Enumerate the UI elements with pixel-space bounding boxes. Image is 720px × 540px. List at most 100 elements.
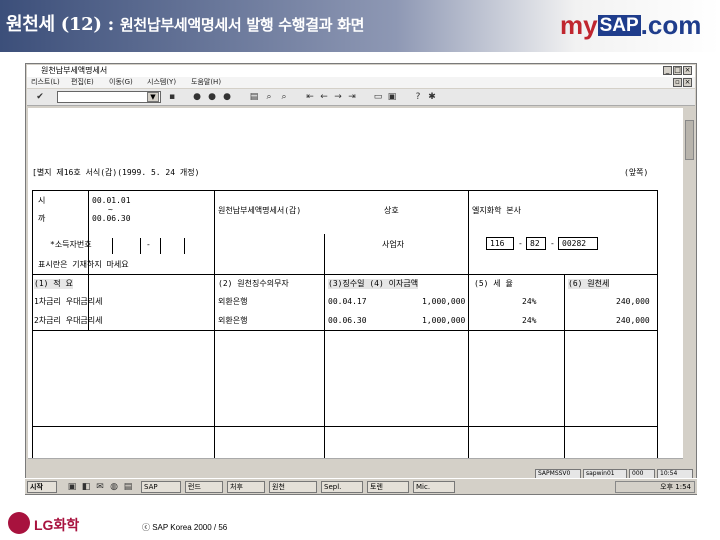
- slide-title-sub: 원천납부세액명세서 발행 수행결과 화면: [119, 16, 365, 34]
- task-7[interactable]: Mic.: [413, 481, 455, 493]
- menu-close-button[interactable]: ×: [683, 78, 692, 87]
- row-2-rate: 24%: [522, 316, 537, 325]
- find-icon[interactable]: ⌕: [264, 92, 274, 102]
- registration-dash: -: [146, 240, 151, 249]
- row-2-date: 00.06.30: [328, 316, 367, 325]
- enter-icon[interactable]: ✔: [35, 92, 45, 102]
- column-header-date-amount: (3)징수일 (4) 이자금액: [328, 279, 419, 289]
- previous-page-icon[interactable]: ←: [319, 92, 329, 102]
- row-1-payer: 외환은행: [218, 297, 248, 306]
- scrollbar-thumb[interactable]: [685, 120, 694, 160]
- start-button[interactable]: 시작: [27, 481, 57, 493]
- save-icon[interactable]: ▪: [167, 92, 177, 102]
- exit-icon[interactable]: ●: [207, 92, 217, 102]
- task-6[interactable]: 토렌: [367, 481, 409, 493]
- find-next-icon[interactable]: ⌕: [279, 92, 289, 102]
- row-2-payer: 외환은행: [218, 316, 248, 325]
- divider: [468, 190, 469, 458]
- reg-box-edge: [160, 238, 161, 254]
- report-heading-right: (앞쪽): [624, 168, 649, 177]
- menu-edit[interactable]: 편집(E): [71, 77, 94, 88]
- menu-help[interactable]: 도움말(H): [191, 77, 221, 88]
- task-2[interactable]: 런드: [185, 481, 223, 493]
- desktop-icon[interactable]: ▣: [67, 482, 77, 492]
- period-from-label: 시: [38, 196, 46, 205]
- business-no-part1: 116: [490, 239, 505, 248]
- slide-header: 원천세 (12) : 원천납부세액명세서 발행 수행결과 화면 my SAP.co…: [0, 0, 720, 52]
- layout-icon[interactable]: ✱: [427, 92, 437, 102]
- task-5[interactable]: Sepl.: [321, 481, 363, 493]
- task-4[interactable]: 원천: [269, 481, 317, 493]
- column-header-item: (1) 적 요: [34, 279, 73, 289]
- help-icon[interactable]: ?: [413, 92, 423, 102]
- mysap-logo: my SAP.com: [560, 10, 710, 40]
- divider: [32, 274, 658, 275]
- back-icon[interactable]: ●: [192, 92, 202, 102]
- row-2-amount: 1,000,000: [422, 316, 466, 325]
- last-page-icon[interactable]: ⇥: [347, 92, 357, 102]
- row-1-rate: 24%: [522, 297, 537, 306]
- slide: 원천세 (12) : 원천납부세액명세서 발행 수행결과 화면 my SAP.co…: [0, 0, 720, 540]
- column-header-tax: (6) 원천세: [568, 279, 610, 289]
- print-icon[interactable]: ▤: [249, 92, 259, 102]
- business-no-dash: -: [550, 239, 555, 248]
- row-1-item: 1차금리 우대금리세: [34, 297, 103, 306]
- folder-icon[interactable]: ▤: [123, 482, 133, 492]
- slide-title: 원천세 (12) : 원천납부세액명세서 발행 수행결과 화면: [6, 10, 364, 36]
- taskbar: 시작 ▣ ◧ ✉ ◍ ▤ SAP 런드 처후 원천 Sepl. 토렌 Mic. …: [25, 478, 697, 494]
- business-no-dash: -: [518, 239, 523, 248]
- tray-clock: 오후 1:54: [660, 483, 691, 491]
- email-icon[interactable]: ✉: [95, 482, 105, 492]
- lg-logo-mark: [8, 512, 30, 534]
- browser-icon[interactable]: ◍: [109, 482, 119, 492]
- column-header-rate: (5) 세 율: [474, 279, 513, 288]
- minimize-button[interactable]: _: [663, 66, 672, 75]
- corp-value: 엘지화학 본사: [472, 206, 521, 215]
- new-session-icon[interactable]: ▭: [373, 92, 383, 102]
- footer-copyright: ⓒ SAP Korea 2000 / 56: [142, 523, 228, 532]
- close-button[interactable]: ×: [683, 66, 692, 75]
- vertical-scrollbar[interactable]: [684, 108, 695, 458]
- document-title: 원천납부세액명세서(갑): [218, 206, 302, 215]
- command-dropdown-button[interactable]: ▼: [147, 92, 159, 102]
- mysap-logo-sap: SAP: [597, 15, 641, 36]
- divider: [324, 234, 325, 458]
- row-1-amount: 1,000,000: [422, 297, 466, 306]
- divider: [564, 274, 565, 458]
- reg-box-edge: [112, 238, 113, 254]
- business-label: 사업자: [382, 240, 405, 249]
- explorer-icon[interactable]: ◧: [81, 482, 91, 492]
- divider: [32, 426, 658, 427]
- horizontal-scrollbar[interactable]: [28, 458, 683, 467]
- divider: [214, 190, 215, 458]
- sap-window: 원천납부세액명세서 _ □ × 리스트(L) 편집(E) 이동(G) 시스템(Y…: [25, 63, 697, 495]
- slide-title-main: 원천세 (12) :: [6, 14, 120, 35]
- shortcut-icon[interactable]: ▣: [387, 92, 397, 102]
- window-titlebar: 원천납부세액명세서 _ □ ×: [27, 65, 695, 77]
- maximize-button[interactable]: □: [673, 66, 682, 75]
- system-tray: 오후 1:54: [615, 481, 695, 493]
- period-to: 00.06.30: [92, 214, 131, 223]
- period-to-label: 까: [38, 214, 46, 223]
- row-1-tax: 240,000: [616, 297, 650, 306]
- menu-system[interactable]: 시스템(Y): [147, 77, 176, 88]
- menubar: 리스트(L) 편집(E) 이동(G) 시스템(Y) 도움말(H) ▫ ×: [27, 77, 695, 88]
- business-no-part2: 82: [530, 239, 540, 248]
- menu-list[interactable]: 리스트(L): [31, 77, 60, 88]
- cancel-icon[interactable]: ●: [222, 92, 232, 102]
- divider: [32, 330, 658, 331]
- note-text: 표시란은 기재하지 마세요: [38, 260, 129, 269]
- first-page-icon[interactable]: ⇤: [305, 92, 315, 102]
- row-2-item: 2차금리 우대금리세: [34, 316, 103, 325]
- task-sap[interactable]: SAP: [141, 481, 181, 493]
- reg-box-edge: [184, 238, 185, 254]
- next-page-icon[interactable]: →: [333, 92, 343, 102]
- column-header-payer: (2) 원천징수의무자: [218, 279, 289, 288]
- window-title: 원천납부세액명세서: [41, 66, 108, 75]
- menu-goto[interactable]: 이동(G): [109, 77, 133, 88]
- task-3[interactable]: 처후: [227, 481, 265, 493]
- menu-restore-button[interactable]: ▫: [673, 78, 682, 87]
- corp-label: 상호: [384, 206, 399, 215]
- command-field[interactable]: [57, 91, 161, 103]
- registration-label: *소득자번호: [50, 240, 92, 249]
